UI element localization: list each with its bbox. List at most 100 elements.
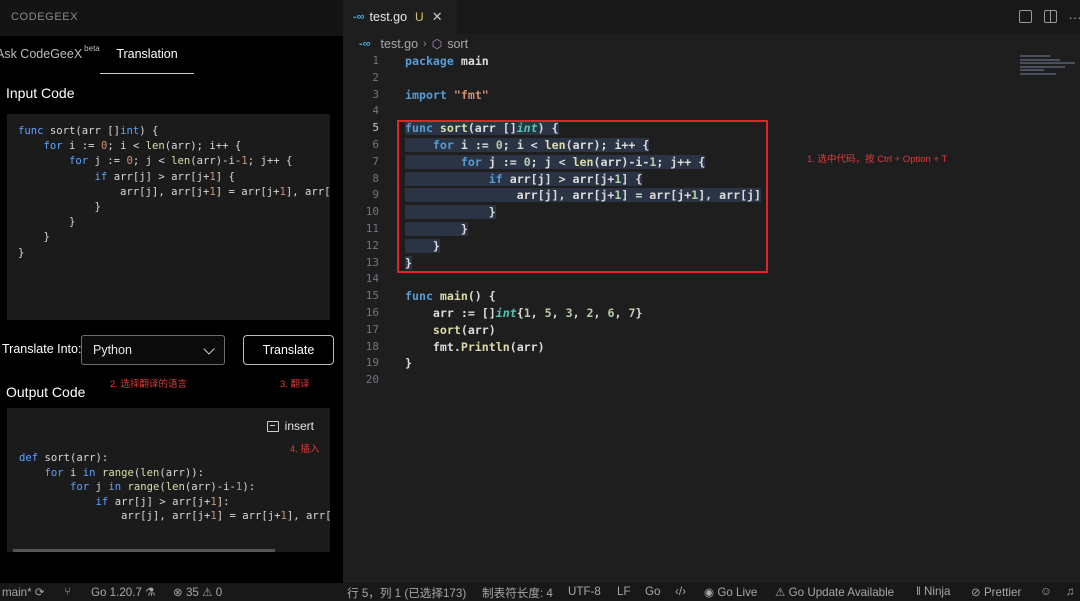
split-editor-icon[interactable] [1044,10,1057,23]
eol-status[interactable]: LF [617,585,631,598]
branch-status[interactable]: main* ⟳ [2,585,45,599]
warning-icon: ⚠ [775,586,786,599]
editor-tab-label: test.go [369,10,408,24]
line-number: 5 [372,121,379,135]
feedback-icon[interactable]: ☺ [1040,585,1052,598]
chevron-right-icon: › [423,38,427,50]
prettier-status[interactable]: ⊘ Prettier [971,585,1021,599]
warning-icon: ⚠ [202,586,213,599]
more-actions-icon[interactable]: … [1068,6,1080,22]
compare-changes-icon[interactable] [1019,10,1032,23]
untracked-badge: U [415,10,424,24]
insert-icon [266,420,279,432]
code-brackets-icon[interactable]: ‹/› [675,585,686,598]
go-update-status[interactable]: ⚠ Go Update Available [775,585,894,599]
insert-button[interactable]: insert [266,419,314,433]
go-update-label: Go Update Available [788,586,895,599]
line-number: 1 [372,54,379,67]
editor-tab-test-go[interactable]: -∞ test.go U ✕ [343,0,457,34]
annotation-step-3: 3. 翻译 [280,379,310,390]
line-number: 9 [372,188,379,202]
notifications-icon[interactable]: ♫ [1066,585,1075,598]
cursor-position[interactable]: 行 5，列 1 (已选择173) [347,585,466,601]
language-mode-status[interactable]: Go [645,585,660,598]
editor-tab-bar: -∞ test.go U ✕ … [343,0,1080,34]
go-version-status[interactable]: Go 1.20.7 ⚗ [91,585,156,599]
translate-button[interactable]: Translate [243,335,334,365]
line-number: 8 [372,171,379,185]
go-live-label: Go Live [717,586,758,599]
line-number: 17 [365,322,379,336]
git-graph-icon[interactable]: ⑂ [64,585,71,598]
warning-count: 0 [215,586,223,599]
language-select[interactable]: Python [81,335,225,365]
code-line[interactable]: fmt.Println(arr) [405,339,761,356]
code-line[interactable]: arr := []int{1, 5, 3, 2, 6, 7} [405,305,761,322]
translate-into-label: Translate Into: [2,342,82,356]
line-number: 18 [365,339,379,353]
line-number: 10 [365,205,379,219]
line-number: 20 [365,373,379,387]
flask-icon: ⚗ [145,586,156,599]
language-select-value: Python [93,343,132,357]
minimap[interactable] [1020,55,1080,81]
input-code-text[interactable]: func sort(arr []int) { for i := 0; i < l… [18,124,330,261]
output-code-box: insert def sort(arr): for i in range(len… [7,408,330,552]
close-icon[interactable]: ✕ [432,9,443,25]
input-code-box[interactable]: func sort(arr []int) { for i := 0; i < l… [7,114,330,320]
panel-tabs: Ask CodeGeeX beta Translation [0,36,343,74]
broadcast-icon: ◉ [704,586,715,599]
output-code-heading: Output Code [6,384,86,400]
symbol-method-icon: ⬡ [431,37,443,51]
code-line[interactable]: sort(arr) [405,322,761,339]
status-bar: main* ⟳ ⑂ Go 1.20.7 ⚗ ⊗ 35 ⚠ 0 行 5，列 1 (… [0,583,1080,601]
line-number: 15 [365,289,379,303]
ninja-status[interactable]: ‖ Ninja [916,585,950,598]
line-number: 2 [372,70,379,84]
line-number: 19 [365,356,379,370]
problems-status[interactable]: ⊗ 35 ⚠ 0 [173,585,222,599]
ninja-label: Ninja [924,585,951,598]
breadcrumb-file[interactable]: test.go [381,37,419,51]
block-icon: ⊘ [971,586,981,599]
line-number: 14 [365,272,379,286]
code-line[interactable]: package main [405,53,761,70]
line-number-gutter: 1 2 3 4 5 6 7 8 9 10 11 12 13 14 15 16 17 18 19 20 [343,53,383,389]
annotation-step-4: 4. 插入 [290,444,320,455]
translation-view: Input Code func sort(arr []int) { for i … [0,74,343,583]
go-file-icon: -∞ [359,38,371,50]
code-line[interactable] [405,372,761,389]
git-branch-label: main* [2,586,32,599]
line-number: 11 [365,221,379,235]
prettier-label: Prettier [983,586,1022,599]
line-number: 12 [365,238,379,252]
error-count: 35 [185,586,199,599]
code-line[interactable]: } [405,355,761,372]
tab-ask-label: Ask CodeGeeX [0,47,83,61]
code-line[interactable]: func main() { [405,288,761,305]
line-number: 3 [372,87,379,101]
chevron-down-icon [203,343,215,355]
go-version-label: Go 1.20.7 [91,586,142,599]
panel-title: CODEGEEX [11,11,79,23]
tab-translation[interactable]: Translation [100,36,194,74]
code-line[interactable] [405,103,761,120]
breadcrumb: -∞ test.go › ⬡ sort [359,37,468,51]
annotation-step-1: 1. 选中代码，按 Ctrl + Option + T [807,154,948,165]
output-horizontal-scrollbar[interactable] [13,549,275,552]
code-line[interactable] [405,271,761,288]
line-number: 13 [365,255,379,269]
annotation-step-2: 2. 选择翻译的语言 [110,379,188,390]
breadcrumb-symbol[interactable]: sort [447,37,468,51]
go-file-icon: -∞ [353,11,365,23]
code-line[interactable]: import "fmt" [405,87,761,104]
encoding-status[interactable]: UTF-8 [568,585,601,598]
tab-size-status[interactable]: 制表符长度: 4 [482,585,553,601]
line-number: 6 [372,137,379,151]
go-live-status[interactable]: ◉ Go Live [704,585,757,599]
line-number: 7 [372,154,379,168]
line-number: 16 [365,305,379,319]
code-line[interactable] [405,70,761,87]
tab-ask-codegeex[interactable]: Ask CodeGeeX beta [0,36,100,74]
insert-button-label: insert [284,419,314,433]
